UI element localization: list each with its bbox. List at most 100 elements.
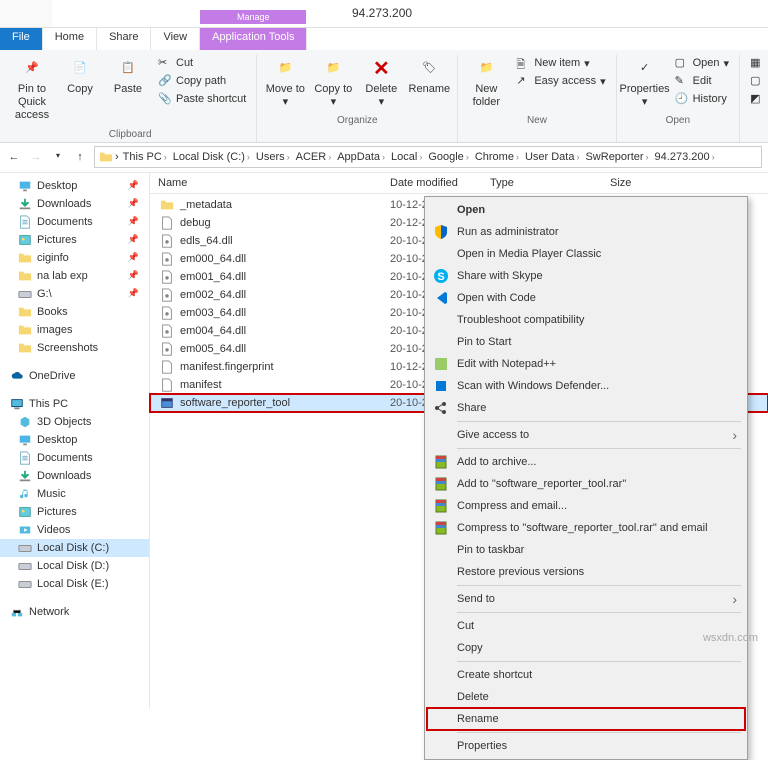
context-menu-item[interactable]: Cut [427, 615, 745, 637]
nav-item[interactable]: Videos [0, 521, 149, 539]
folder-icon [18, 269, 32, 283]
open-button[interactable]: ▢Open ▾ [671, 55, 733, 71]
context-menu-item[interactable]: Troubleshoot compatibility [427, 309, 745, 331]
nav-item[interactable]: Screenshots [0, 339, 149, 357]
context-menu-item[interactable]: Share [427, 397, 745, 419]
nav-item[interactable]: images [0, 321, 149, 339]
crumb[interactable]: Users› [254, 151, 292, 163]
paste-shortcut-button[interactable]: 📎Paste shortcut [154, 91, 250, 107]
new-item-button[interactable]: 🗎New item ▾ [512, 55, 609, 71]
column-headers[interactable]: Name Date modified Type Size [150, 173, 768, 194]
context-menu-item[interactable]: Create shortcut [427, 664, 745, 686]
copy-button[interactable]: 📄Copy [58, 55, 102, 125]
context-menu-item[interactable]: Restore previous versions [427, 561, 745, 583]
nav-item[interactable]: Downloads [0, 467, 149, 485]
nav-item[interactable]: Desktop [0, 431, 149, 449]
easy-access-button[interactable]: ↗Easy access ▾ [512, 73, 609, 89]
nav-item[interactable]: Local Disk (C:) [0, 539, 149, 557]
crumb[interactable]: User Data› [523, 151, 582, 163]
crumb[interactable]: Google› [426, 151, 470, 163]
nav-item[interactable]: Pictures📌 [0, 231, 149, 249]
crumb[interactable]: ACER› [294, 151, 334, 163]
copy-path-button[interactable]: 🔗Copy path [154, 73, 250, 89]
paste-button[interactable]: 📋Paste [106, 55, 150, 125]
context-menu-item[interactable]: Give access to› [427, 424, 745, 446]
edit-button[interactable]: ✎Edit [671, 73, 733, 89]
nav-recent-button[interactable]: ▾ [50, 151, 66, 163]
nav-item[interactable]: Books [0, 303, 149, 321]
context-menu-item[interactable]: Open in Media Player Classic [427, 243, 745, 265]
copy-to-button[interactable]: 📁Copy to▾ [311, 55, 355, 111]
nav-item[interactable]: Downloads📌 [0, 195, 149, 213]
nav-network[interactable]: Network [0, 603, 149, 621]
crumb[interactable]: 94.273.200› [653, 151, 717, 163]
tab-home[interactable]: Home [43, 28, 97, 50]
nav-item[interactable]: ciginfo📌 [0, 249, 149, 267]
doc-icon [18, 215, 32, 229]
rename-button[interactable]: 🏷Rename [407, 55, 451, 111]
tab-application-tools[interactable]: Application Tools [200, 28, 307, 50]
nav-item[interactable]: Pictures [0, 503, 149, 521]
nav-item[interactable]: Documents [0, 449, 149, 467]
context-menu-item[interactable]: Rename [427, 708, 745, 730]
crumb[interactable]: AppData› [335, 151, 387, 163]
tab-view[interactable]: View [151, 28, 200, 50]
context-menu-item[interactable]: Edit with Notepad++ [427, 353, 745, 375]
context-menu-item[interactable]: Pin to taskbar [427, 539, 745, 561]
context-menu-item[interactable]: Copy [427, 637, 745, 659]
context-menu-item[interactable]: Share with Skype [427, 265, 745, 287]
nav-item[interactable]: 3D Objects [0, 413, 149, 431]
nav-forward-button[interactable]: → [28, 151, 44, 163]
nav-item[interactable]: Local Disk (D:) [0, 557, 149, 575]
context-menu-item[interactable]: Compress and email... [427, 495, 745, 517]
folder-icon [18, 305, 32, 319]
context-menu-item[interactable]: Open [427, 199, 745, 221]
select-none-button[interactable]: ▢Select none [746, 73, 768, 89]
nav-item[interactable]: na lab exp📌 [0, 267, 149, 285]
nav-item[interactable]: Music [0, 485, 149, 503]
context-menu-item[interactable]: Pin to Start [427, 331, 745, 353]
cut-button[interactable]: ✂Cut [154, 55, 250, 71]
nav-back-button[interactable]: ← [6, 151, 22, 163]
delete-button[interactable]: ✕Delete▾ [359, 55, 403, 111]
select-all-button[interactable]: ▦Select all [746, 55, 768, 71]
pin-quick-access-button[interactable]: 📌Pin to Quick access [10, 55, 54, 125]
context-menu-item[interactable]: Add to archive... [427, 451, 745, 473]
new-folder-button[interactable]: 📁New folder [464, 55, 508, 111]
context-menu-item[interactable]: Add to "software_reporter_tool.rar" [427, 473, 745, 495]
dll-icon [160, 288, 174, 302]
nav-item[interactable]: Local Disk (E:) [0, 575, 149, 593]
nav-item[interactable]: Documents📌 [0, 213, 149, 231]
move-to-button[interactable]: 📁Move to▾ [263, 55, 307, 111]
context-menu-item[interactable]: Compress to "software_reporter_tool.rar"… [427, 517, 745, 539]
context-menu-item[interactable]: Properties [427, 735, 745, 757]
doc-icon [18, 451, 32, 465]
tab-share[interactable]: Share [97, 28, 151, 50]
context-menu-item[interactable]: Send to› [427, 588, 745, 610]
nav-onedrive[interactable]: OneDrive [0, 367, 149, 385]
rar-icon [433, 520, 449, 536]
context-menu-item[interactable]: Delete [427, 686, 745, 708]
nav-thispc[interactable]: This PC [0, 395, 149, 413]
nav-item[interactable]: Desktop📌 [0, 177, 149, 195]
crumb[interactable]: SwReporter› [583, 151, 650, 163]
properties-button[interactable]: ✓Properties▾ [623, 55, 667, 111]
nav-item[interactable]: G:\📌 [0, 285, 149, 303]
invert-selection-button[interactable]: ◩Invert selection [746, 91, 768, 107]
crumb[interactable]: Local Disk (C:)› [171, 151, 252, 163]
context-menu-item[interactable]: Run as administrator [427, 221, 745, 243]
pc-icon [10, 397, 24, 411]
disk-icon [18, 541, 32, 555]
breadcrumb[interactable]: › This PC›Local Disk (C:)›Users›ACER›App… [94, 146, 762, 168]
history-button[interactable]: 🕘History [671, 91, 733, 107]
crumb[interactable]: Chrome› [473, 151, 521, 163]
crumb[interactable]: This PC› [121, 151, 169, 163]
context-menu-item[interactable]: Scan with Windows Defender... [427, 375, 745, 397]
crumb[interactable]: Local› [389, 151, 424, 163]
context-menu-item[interactable]: Open with Code [427, 287, 745, 309]
nav-up-button[interactable]: ↑ [72, 151, 88, 163]
dll-icon [160, 324, 174, 338]
tab-file[interactable]: File [0, 28, 43, 50]
dll-icon [160, 252, 174, 266]
desktop-icon [18, 179, 32, 193]
